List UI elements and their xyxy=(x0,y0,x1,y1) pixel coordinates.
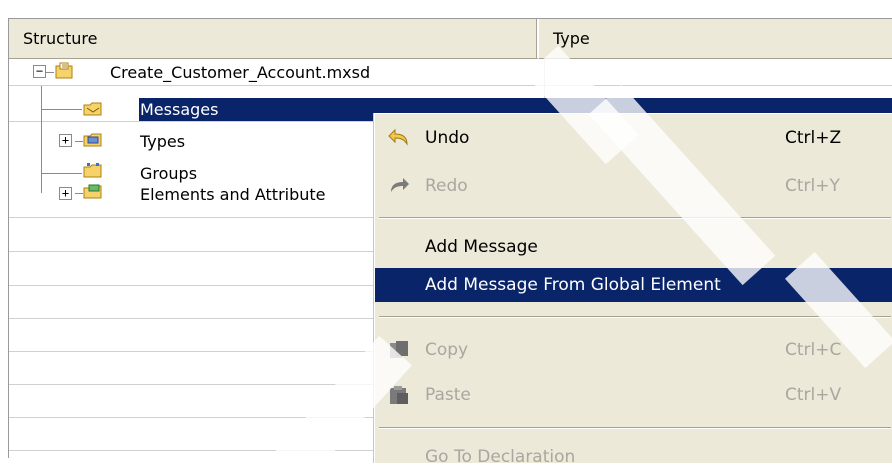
tree-connector xyxy=(41,109,82,110)
column-header-type[interactable]: Type xyxy=(539,19,892,59)
copy-icon xyxy=(390,341,408,358)
editor-frame: Structure Type − Create_Customer_Account… xyxy=(0,0,892,466)
menu-item-undo-shortcut: Ctrl+Z xyxy=(785,128,842,148)
menu-item-undo[interactable]: Undo Ctrl+Z xyxy=(375,121,892,155)
menu-item-go-to-declaration[interactable]: Go To Declaration xyxy=(375,440,892,463)
expand-toggle[interactable]: + xyxy=(59,187,72,200)
menu-item-add-message-label: Add Message xyxy=(425,237,538,257)
tree-connector xyxy=(41,86,42,193)
tree-item-messages-label: Messages xyxy=(140,99,219,119)
menu-item-paste[interactable]: Paste Ctrl+V xyxy=(375,378,892,412)
tree-connector xyxy=(75,193,83,194)
undo-icon xyxy=(388,128,408,146)
mxsd-file-icon xyxy=(55,62,73,79)
menu-item-add-message-from-global-element[interactable]: Add Message From Global Element xyxy=(375,268,892,302)
menu-item-copy[interactable]: Copy Ctrl+C xyxy=(375,333,892,367)
paste-icon xyxy=(390,386,408,404)
menu-separator xyxy=(379,427,891,429)
context-menu: Undo Ctrl+Z Redo Ctrl+Y Add Message Add … xyxy=(374,113,892,463)
menu-item-redo-label: Redo xyxy=(425,176,468,196)
types-folder-icon xyxy=(83,133,102,147)
menu-separator xyxy=(379,316,891,318)
column-header-structure-label: Structure xyxy=(23,29,98,48)
collapse-toggle[interactable]: − xyxy=(33,65,46,78)
column-header-structure[interactable]: Structure xyxy=(9,19,539,59)
menu-item-redo[interactable]: Redo Ctrl+Y xyxy=(375,169,892,203)
menu-separator xyxy=(379,217,891,219)
menu-item-add-message[interactable]: Add Message xyxy=(375,230,892,264)
tree-item-groups-label: Groups xyxy=(140,163,198,183)
groups-folder-icon xyxy=(83,163,102,178)
column-header-type-label: Type xyxy=(553,29,590,48)
redo-icon xyxy=(391,178,409,192)
menu-item-go-to-declaration-label: Go To Declaration xyxy=(425,447,576,463)
menu-item-paste-shortcut: Ctrl+V xyxy=(785,385,842,405)
tree-item-types-label: Types xyxy=(140,131,186,151)
menu-item-add-message-global-label: Add Message From Global Element xyxy=(425,275,721,295)
menu-item-undo-label: Undo xyxy=(425,128,470,148)
menu-item-copy-label: Copy xyxy=(425,340,469,360)
tree-connector xyxy=(75,141,83,142)
expand-toggle[interactable]: + xyxy=(59,134,72,147)
tree-item-types[interactable]: Types xyxy=(136,129,189,153)
menu-item-copy-shortcut: Ctrl+C xyxy=(785,340,842,360)
tree-connector xyxy=(46,72,54,73)
tree-connector xyxy=(41,173,82,174)
messages-folder-icon xyxy=(83,102,102,116)
tree-item-elements-and-attributes[interactable]: Elements and Attribute xyxy=(136,182,330,206)
tree-item-root[interactable]: Create_Customer_Account.mxsd xyxy=(76,60,374,84)
row-divider xyxy=(9,85,892,86)
tree-item-messages[interactable]: Messages xyxy=(136,97,222,121)
tree-item-root-label: Create_Customer_Account.mxsd xyxy=(110,62,371,82)
elements-folder-icon xyxy=(83,184,102,199)
menu-item-redo-shortcut: Ctrl+Y xyxy=(785,176,840,196)
menu-item-paste-label: Paste xyxy=(425,385,471,405)
tree-item-elements-label: Elements and Attribute xyxy=(140,184,326,204)
